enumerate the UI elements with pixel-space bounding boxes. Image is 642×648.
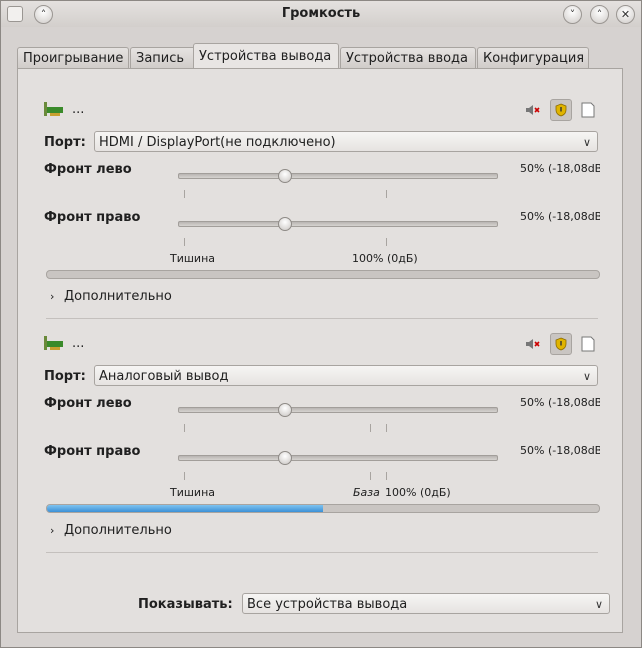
tick-label-silence: Тишина	[170, 252, 216, 265]
show-label: Показывать:	[138, 597, 233, 612]
tab-playback[interactable]: Проигрывание	[17, 47, 129, 69]
chevron-right-icon: ›	[50, 524, 55, 537]
volume-value: 50% (-18,08dB	[520, 396, 600, 409]
titlebar[interactable]: ˄ Громкость ˅ ˄ ✕	[1, 1, 641, 27]
port-label: Порт:	[44, 369, 86, 384]
port-select[interactable]: Аналоговый вывод ∨	[94, 365, 598, 386]
lock-channels-icon[interactable]	[550, 333, 572, 355]
divider	[46, 318, 598, 319]
maximize-icon[interactable]: ˄	[590, 5, 609, 24]
channel-label-front-right: Фронт право	[44, 210, 141, 225]
tick-silence	[184, 424, 185, 432]
close-icon[interactable]: ✕	[616, 5, 635, 24]
slider-handle[interactable]	[278, 217, 292, 231]
tick-base	[370, 424, 371, 432]
minimize-icon[interactable]: ˅	[563, 5, 582, 24]
advanced-expander[interactable]: › Дополнительно	[50, 523, 172, 538]
volume-window: ˄ Громкость ˅ ˄ ✕ Проигрывание Запись Ус…	[0, 0, 642, 648]
peak-meter	[46, 504, 600, 513]
volume-slider-front-right[interactable]	[178, 221, 498, 227]
tick-full	[386, 424, 387, 432]
volume-slider-front-left[interactable]	[178, 173, 498, 179]
chevron-down-icon: ∨	[582, 136, 591, 149]
chevron-right-icon: ›	[50, 290, 55, 303]
default-device-icon[interactable]	[578, 334, 598, 354]
mute-icon[interactable]	[522, 334, 542, 354]
port-select-value: Аналоговый вывод	[99, 369, 229, 384]
tick-full	[386, 190, 387, 198]
mute-icon[interactable]	[522, 100, 542, 120]
show-select-value: Все устройства вывода	[247, 597, 408, 612]
tick-full	[386, 472, 387, 480]
tick-full	[386, 238, 387, 246]
tick-base	[370, 472, 371, 480]
volume-slider-front-right[interactable]	[178, 455, 498, 461]
advanced-label: Дополнительно	[64, 523, 172, 538]
port-select-value: HDMI / DisplayPort(не подключено)	[99, 135, 336, 150]
volume-slider-front-left[interactable]	[178, 407, 498, 413]
tick-label-silence: Тишина	[170, 486, 216, 499]
default-device-icon[interactable]	[578, 100, 598, 120]
volume-value: 50% (-18,08dB	[520, 162, 600, 175]
volume-value: 50% (-18,08dB	[520, 444, 600, 457]
chevron-down-icon: ∨	[582, 370, 591, 383]
slider-handle[interactable]	[278, 403, 292, 417]
peak-meter	[46, 270, 600, 279]
window-title: Громкость	[281, 6, 361, 21]
tab-configuration[interactable]: Конфигурация	[477, 47, 589, 69]
show-select[interactable]: Все устройства вывода ∨	[242, 593, 610, 614]
channel-label-front-left: Фронт лево	[44, 162, 132, 177]
sound-card-icon	[44, 102, 63, 116]
device-name: ...	[72, 102, 85, 117]
tab-output-devices[interactable]: Устройства вывода	[193, 43, 339, 69]
device-name: ...	[72, 336, 85, 351]
tick-silence	[184, 238, 185, 246]
chevron-down-icon: ∨	[594, 598, 603, 611]
output-devices-panel: ... Порт: HDMI / DisplayPort(не подключе…	[17, 68, 623, 633]
volume-value: 50% (-18,08dB	[520, 210, 600, 223]
tab-input-devices[interactable]: Устройства ввода	[340, 47, 476, 69]
channel-label-front-left: Фронт лево	[44, 396, 132, 411]
tick-label-full: 100% (0дБ)	[352, 252, 418, 265]
tick-silence	[184, 472, 185, 480]
advanced-label: Дополнительно	[64, 289, 172, 304]
slider-handle[interactable]	[278, 169, 292, 183]
lock-channels-icon[interactable]	[550, 99, 572, 121]
tab-recording[interactable]: Запись	[130, 47, 202, 69]
tick-label-full: 100% (0дБ)	[385, 486, 451, 499]
slider-handle[interactable]	[278, 451, 292, 465]
tick-silence	[184, 190, 185, 198]
port-label: Порт:	[44, 135, 86, 150]
channel-label-front-right: Фронт право	[44, 444, 141, 459]
port-select[interactable]: HDMI / DisplayPort(не подключено) ∨	[94, 131, 598, 152]
peak-meter-fill	[47, 505, 323, 512]
divider	[46, 552, 598, 553]
sound-card-icon	[44, 336, 63, 350]
tick-label-base: База	[353, 486, 380, 499]
advanced-expander[interactable]: › Дополнительно	[50, 289, 172, 304]
